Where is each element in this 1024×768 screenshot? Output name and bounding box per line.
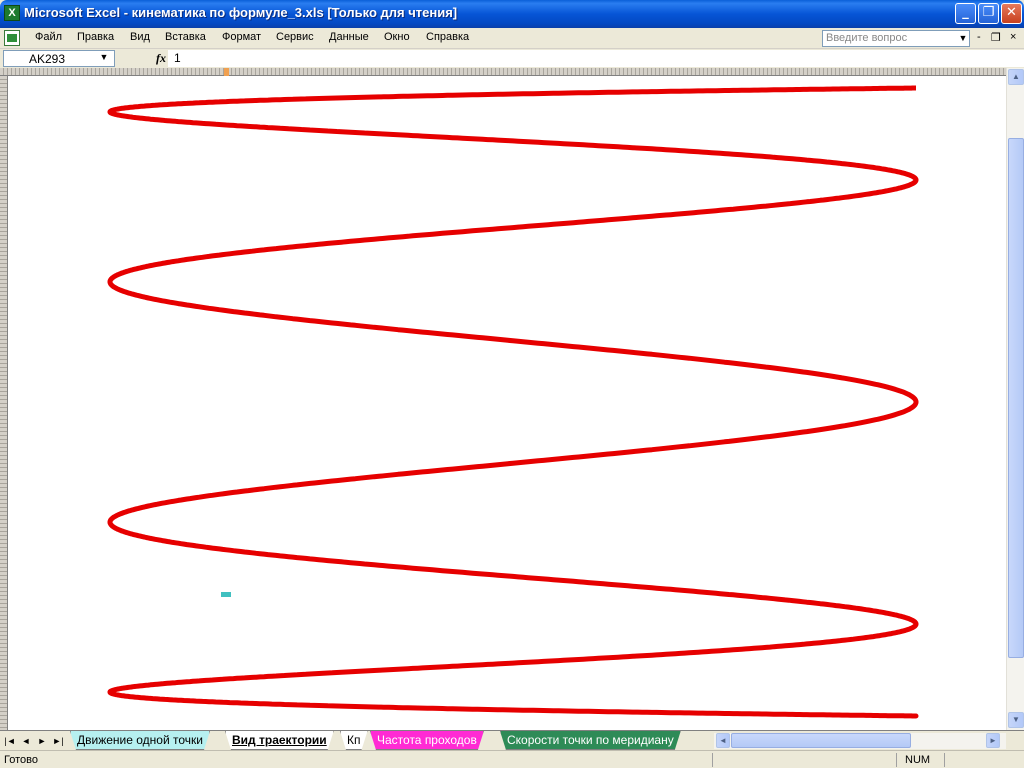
column-header-strip[interactable] — [0, 68, 1006, 76]
menu-help[interactable]: Справка — [426, 31, 469, 43]
menu-tools[interactable]: Сервис — [276, 31, 314, 43]
menu-bar: Файл Правка Вид Вставка Формат Сервис Да… — [0, 28, 1024, 49]
help-dropdown-arrow-icon[interactable]: ▼ — [957, 31, 969, 45]
formula-bar: AK293 ▼ fx 1 — [0, 49, 1024, 68]
trajectory-plot — [107, 85, 919, 719]
status-text: Готово — [4, 754, 38, 766]
window-title: Microsoft Excel - кинематика по формуле_… — [24, 5, 458, 20]
workbook-icon[interactable] — [4, 30, 20, 46]
close-button[interactable]: ✕ — [1001, 3, 1022, 24]
scroll-left-button[interactable]: ◄ — [716, 733, 730, 748]
menu-edit[interactable]: Правка — [77, 31, 114, 43]
trajectory-curve — [107, 85, 919, 719]
minimize-button[interactable]: _ — [955, 3, 976, 24]
active-column-marker — [224, 68, 229, 76]
tab-kp[interactable]: Кп — [340, 731, 368, 750]
tab-last-button[interactable]: ►| — [52, 734, 64, 748]
formula-input[interactable]: 1 — [168, 50, 1024, 67]
status-divider — [944, 753, 945, 767]
vertical-scrollbar[interactable]: ▲ ▼ — [1006, 68, 1024, 730]
doc-restore-button[interactable]: ❐ — [991, 31, 1001, 44]
tab-prev-button[interactable]: ◄ — [20, 734, 32, 748]
horizontal-scrollbar[interactable]: ◄ ► — [714, 733, 1006, 749]
scroll-up-button[interactable]: ▲ — [1008, 69, 1024, 85]
menu-data[interactable]: Данные — [329, 31, 369, 43]
excel-icon[interactable]: X — [4, 5, 20, 21]
title-bar: X Microsoft Excel - кинематика по формул… — [0, 0, 1024, 28]
menu-file[interactable]: Файл — [35, 31, 62, 43]
status-divider — [896, 753, 897, 767]
tab-pass-frequency[interactable]: Частота проходов — [370, 731, 484, 750]
scroll-down-button[interactable]: ▼ — [1008, 712, 1024, 728]
status-divider — [712, 753, 713, 767]
scroll-right-button[interactable]: ► — [986, 733, 1000, 748]
tab-next-button[interactable]: ► — [36, 734, 48, 748]
menu-format[interactable]: Формат — [222, 31, 261, 43]
sheet-tab-bar: |◄ ◄ ► ►| Движение одной точки Вид траек… — [0, 730, 1024, 750]
menu-window[interactable]: Окно — [384, 31, 410, 43]
selected-cell[interactable] — [221, 592, 231, 597]
insert-function-icon[interactable]: fx — [156, 51, 166, 66]
name-box-dropdown-icon[interactable]: ▼ — [96, 51, 112, 64]
doc-minimize-button[interactable]: - — [977, 31, 981, 43]
tab-meridian-speeds[interactable]: Скорости точки по меридиану — [500, 731, 681, 750]
horizontal-scroll-thumb[interactable] — [731, 733, 911, 748]
vertical-scroll-thumb[interactable] — [1008, 138, 1024, 658]
menu-view[interactable]: Вид — [130, 31, 150, 43]
num-lock-indicator: NUM — [905, 754, 931, 766]
maximize-button[interactable]: ❐ — [978, 3, 999, 24]
worksheet-grid[interactable] — [8, 76, 1006, 730]
menu-insert[interactable]: Вставка — [165, 31, 206, 43]
doc-close-button[interactable]: × — [1010, 31, 1016, 43]
status-bar: Готово NUM — [0, 750, 1024, 768]
row-header-strip[interactable] — [0, 76, 8, 730]
tab-motion-one-point[interactable]: Движение одной точки — [70, 731, 210, 750]
help-search-input[interactable]: Введите вопрос — [822, 30, 970, 47]
tab-trajectory-view[interactable]: Вид траектории — [225, 731, 334, 750]
tab-first-button[interactable]: |◄ — [4, 734, 16, 748]
